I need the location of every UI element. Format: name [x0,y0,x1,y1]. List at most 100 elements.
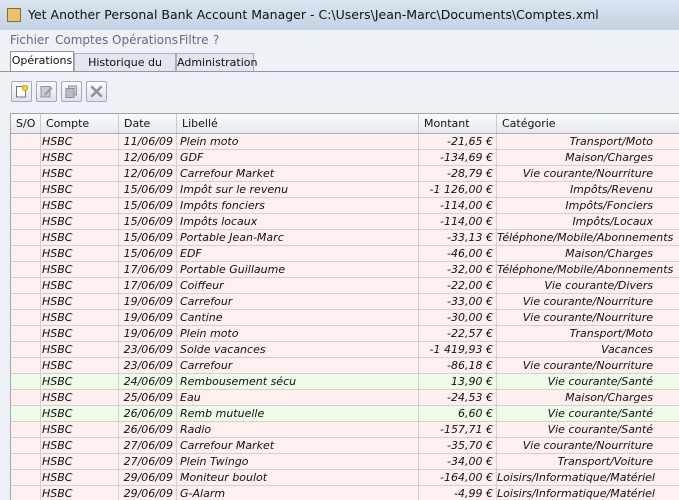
row-categorie-cell: Maison/Charges [497,150,679,165]
table-row[interactable]: HSBC 17/06/09 Coiffeur -22,00 € Vie courante… [11,278,679,294]
delete-operation-icon [90,85,103,98]
row-so-cell [11,358,41,373]
row-date-cell: 23/06/09 [119,358,177,373]
row-so-cell [11,214,41,229]
table-row[interactable]: HSBC 19/06/09 Plein moto -22,57 € Transport/… [11,326,679,342]
table-row[interactable]: HSBC 19/06/09 Carrefour -33,00 € Vie courant… [11,294,679,310]
row-so-cell [11,454,41,469]
column-header-montant[interactable]: Montant [419,114,497,133]
duplicate-operation-button[interactable] [61,81,82,102]
table-row[interactable]: HSBC 25/06/09 Eau -24,53 € Maison/Charges [11,390,679,406]
row-libelle-cell: Impôts locaux [177,214,419,229]
row-montant-cell: -157,71 € [419,422,497,437]
table-row[interactable]: HSBC 29/06/09 Moniteur boulot -164,00 € Lois… [11,470,679,486]
table-row[interactable]: HSBC 11/06/09 Plein moto -21,65 € Transport/… [11,134,679,150]
column-header-libelle[interactable]: Libellé [177,114,419,133]
row-compte-cell: HSBC [41,166,119,181]
row-categorie-cell: Loisirs/Informatique/Matériel [497,486,679,500]
row-compte-cell: HSBC [41,310,119,325]
table-row[interactable]: HSBC 19/06/09 Cantine -30,00 € Vie courante/… [11,310,679,326]
row-compte-cell: HSBC [41,134,119,149]
row-libelle-cell: Impôt sur le revenu [177,182,419,197]
menu-operations[interactable]: Opérations [112,33,178,47]
row-categorie-cell: Transport/Voiture [497,454,679,469]
table-row[interactable]: HSBC 17/06/09 Portable Guillaume -32,00 € Té… [11,262,679,278]
menu-comptes[interactable]: Comptes [55,33,108,47]
row-categorie-cell: Transport/Moto [497,326,679,341]
row-libelle-cell: G-Alarm [177,486,419,500]
row-libelle-cell: Plein Twingo [177,454,419,469]
row-date-cell: 12/06/09 [119,150,177,165]
row-so-cell [11,182,41,197]
column-header-compte[interactable]: Compte [41,114,119,133]
menu-help[interactable]: ? [213,33,219,47]
row-montant-cell: -164,00 € [419,470,497,485]
row-date-cell: 15/06/09 [119,182,177,197]
row-compte-cell: HSBC [41,198,119,213]
table-row[interactable]: HSBC 27/06/09 Carrefour Market -35,70 € Vie … [11,438,679,454]
row-compte-cell: HSBC [41,470,119,485]
row-compte-cell: HSBC [41,342,119,357]
row-libelle-cell: Rembousement sécu [177,374,419,389]
new-operation-button[interactable] [11,81,32,102]
table-row[interactable]: HSBC 15/06/09 Impôts locaux -114,00 € Impôts… [11,214,679,230]
row-date-cell: 23/06/09 [119,342,177,357]
row-categorie-cell: Loisirs/Informatique/Matériel [497,470,679,485]
table-row[interactable]: HSBC 12/06/09 GDF -134,69 € Maison/Charges [11,150,679,166]
row-date-cell: 19/06/09 [119,294,177,309]
table-row[interactable]: HSBC 15/06/09 Impôt sur le revenu -1 126,00… [11,182,679,198]
row-montant-cell: -1 419,93 € [419,342,497,357]
column-header-date[interactable]: Date [119,114,177,133]
table-row[interactable]: HSBC 29/06/09 G-Alarm -4,99 € Loisirs/Inform… [11,486,679,500]
row-date-cell: 26/06/09 [119,406,177,421]
tab-administration[interactable]: Administration [176,53,258,71]
edit-operation-button[interactable] [36,81,57,102]
row-libelle-cell: Carrefour Market [177,166,419,181]
table-row[interactable]: HSBC 27/06/09 Plein Twingo -34,00 € Transpor… [11,454,679,470]
table-row[interactable]: HSBC 23/06/09 Solde vacances -1 419,93 € Vac… [11,342,679,358]
row-montant-cell: -134,69 € [419,150,497,165]
duplicate-operation-icon [65,85,77,98]
tab-historique-du-solde[interactable]: Historique du solde [74,53,176,86]
row-montant-cell: -4,99 € [419,486,497,500]
table-row[interactable]: HSBC 26/06/09 Remb mutuelle 6,60 € Vie coura… [11,406,679,422]
tab-operations[interactable]: Opérations [10,51,74,72]
menu-filtre[interactable]: Filtre [179,33,208,47]
row-compte-cell: HSBC [41,438,119,453]
table-row[interactable]: HSBC 15/06/09 EDF -46,00 € Maison/Charges [11,246,679,262]
column-header-categorie[interactable]: Catégorie [497,114,679,133]
row-libelle-cell: Carrefour [177,294,419,309]
row-libelle-cell: Impôts fonciers [177,198,419,213]
table-row[interactable]: HSBC 24/06/09 Rembousement sécu 13,90 € Vie … [11,374,679,390]
table-row[interactable]: HSBC 23/06/09 Carrefour -86,18 € Vie courant… [11,358,679,374]
delete-operation-button[interactable] [86,81,107,102]
row-date-cell: 15/06/09 [119,230,177,245]
window-titlebar[interactable]: Yet Another Personal Bank Account Manage… [0,0,679,30]
row-compte-cell: HSBC [41,230,119,245]
row-date-cell: 29/06/09 [119,470,177,485]
row-montant-cell: -22,57 € [419,326,497,341]
row-categorie-cell: Vie courante/Divers [497,278,679,293]
table-row[interactable]: HSBC 26/06/09 Radio -157,71 € Vie courante/S… [11,422,679,438]
row-date-cell: 29/06/09 [119,486,177,500]
row-so-cell [11,294,41,309]
operations-table[interactable]: S/O Compte Date Libellé Montant Catégori… [10,113,679,500]
row-date-cell: 27/06/09 [119,454,177,469]
row-so-cell [11,150,41,165]
table-row[interactable]: HSBC 12/06/09 Carrefour Market -28,79 € Vie … [11,166,679,182]
row-libelle-cell: Radio [177,422,419,437]
column-header-so[interactable]: S/O [11,114,41,133]
row-so-cell [11,390,41,405]
row-compte-cell: HSBC [41,150,119,165]
row-montant-cell: -1 126,00 € [419,182,497,197]
row-so-cell [11,246,41,261]
row-categorie-cell: Maison/Charges [497,246,679,261]
row-montant-cell: 6,60 € [419,406,497,421]
table-row[interactable]: HSBC 15/06/09 Portable Jean-Marc -33,13 € Té… [11,230,679,246]
table-row[interactable]: HSBC 15/06/09 Impôts fonciers -114,00 € Impô… [11,198,679,214]
edit-operation-icon [40,86,53,98]
row-date-cell: 19/06/09 [119,310,177,325]
menu-fichier[interactable]: Fichier [10,33,49,47]
row-date-cell: 25/06/09 [119,390,177,405]
row-libelle-cell: Cantine [177,310,419,325]
